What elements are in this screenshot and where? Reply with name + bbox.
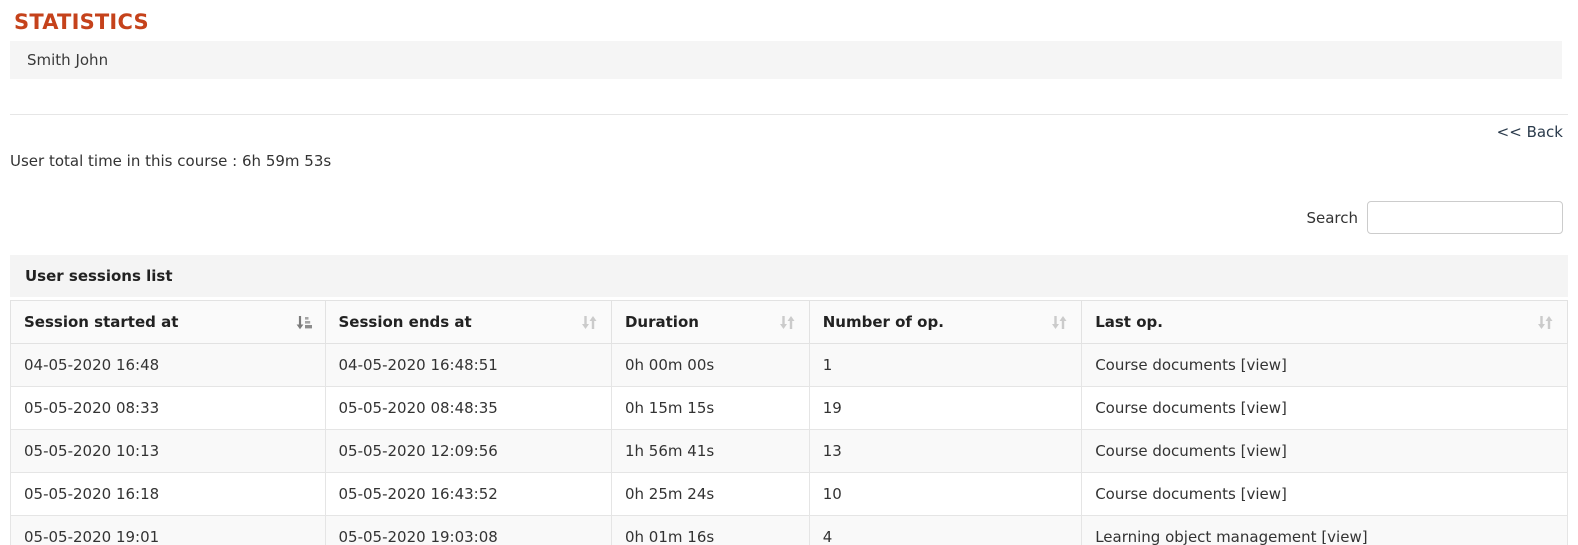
- back-row: << Back: [10, 122, 1568, 141]
- cell-last-op: Course documents [view]: [1081, 386, 1568, 430]
- cell-duration: 0h 25m 24s: [610, 472, 810, 516]
- user-name: Smith John: [27, 51, 109, 69]
- sort-both-icon: [1537, 314, 1554, 331]
- statistics-page: STATISTICS Smith John << Back User total…: [0, 10, 1578, 545]
- column-label: Session ends at: [338, 313, 472, 331]
- cell-duration: 1h 56m 41s: [610, 429, 810, 473]
- session-row: 05-05-2020 08:33 05-05-2020 08:48:35 0h …: [10, 386, 1568, 430]
- cell-number-of-op: 19: [808, 386, 1083, 430]
- cell-session-started: 05-05-2020 10:13: [10, 429, 326, 473]
- cell-last-op: Learning object management [view]: [1081, 515, 1568, 545]
- sessions-tbody: 04-05-2020 16:48 04-05-2020 16:48:51 0h …: [10, 343, 1568, 545]
- session-row: 04-05-2020 16:48 04-05-2020 16:48:51 0h …: [10, 343, 1568, 387]
- total-time-text: User total time in this course : 6h 59m …: [10, 152, 332, 170]
- divider: [10, 114, 1568, 115]
- cell-session-ends: 05-05-2020 12:09:56: [324, 429, 612, 473]
- cell-session-started: 05-05-2020 08:33: [10, 386, 326, 430]
- cell-session-ends: 04-05-2020 16:48:51: [324, 343, 612, 387]
- column-header-session-ends[interactable]: Session ends at: [324, 300, 612, 344]
- table-header-row: Session started at Session ends at Durat…: [10, 300, 1568, 344]
- cell-last-op: Course documents [view]: [1081, 472, 1568, 516]
- cell-number-of-op: 4: [808, 515, 1083, 545]
- column-header-session-started[interactable]: Session started at: [10, 300, 326, 344]
- cell-duration: 0h 15m 15s: [610, 386, 810, 430]
- cell-number-of-op: 1: [808, 343, 1083, 387]
- column-label: Duration: [624, 313, 699, 331]
- cell-duration: 0h 00m 00s: [610, 343, 810, 387]
- cell-session-ends: 05-05-2020 16:43:52: [324, 472, 612, 516]
- cell-session-started: 05-05-2020 16:18: [10, 472, 326, 516]
- session-row: 05-05-2020 10:13 05-05-2020 12:09:56 1h …: [10, 429, 1568, 473]
- session-row: 05-05-2020 16:18 05-05-2020 16:43:52 0h …: [10, 472, 1568, 516]
- cell-session-started: 05-05-2020 19:01: [10, 515, 326, 545]
- cell-last-op: Course documents [view]: [1081, 429, 1568, 473]
- sort-both-icon: [1051, 314, 1068, 331]
- user-name-bar: Smith John: [10, 41, 1562, 79]
- session-row: 05-05-2020 19:01 05-05-2020 19:03:08 0h …: [10, 515, 1568, 545]
- column-header-number-of-op[interactable]: Number of op.: [808, 300, 1083, 344]
- sessions-table: Session started at Session ends at Durat…: [10, 300, 1568, 545]
- column-label: Last op.: [1095, 313, 1163, 331]
- column-header-duration[interactable]: Duration: [610, 300, 810, 344]
- sort-both-icon: [581, 314, 598, 331]
- page-title: STATISTICS: [14, 10, 149, 34]
- cell-session-started: 04-05-2020 16:48: [10, 343, 326, 387]
- cell-last-op: Course documents [view]: [1081, 343, 1568, 387]
- cell-session-ends: 05-05-2020 19:03:08: [324, 515, 612, 545]
- sort-both-icon: [779, 314, 796, 331]
- column-label: Number of op.: [822, 313, 944, 331]
- cell-duration: 0h 01m 16s: [610, 515, 810, 545]
- search-input[interactable]: [1367, 201, 1563, 234]
- table-caption: User sessions list: [10, 255, 1568, 300]
- cell-number-of-op: 13: [808, 429, 1083, 473]
- back-link[interactable]: << Back: [1497, 123, 1563, 141]
- search-row: Search: [10, 201, 1568, 234]
- sessions-table-wrap: User sessions list Session started at Se…: [10, 255, 1568, 545]
- cell-session-ends: 05-05-2020 08:48:35: [324, 386, 612, 430]
- search-label: Search: [1306, 208, 1358, 227]
- column-header-last-op[interactable]: Last op.: [1081, 300, 1568, 344]
- column-label: Session started at: [24, 313, 179, 331]
- sort-ascending-icon: [295, 314, 312, 331]
- cell-number-of-op: 10: [808, 472, 1083, 516]
